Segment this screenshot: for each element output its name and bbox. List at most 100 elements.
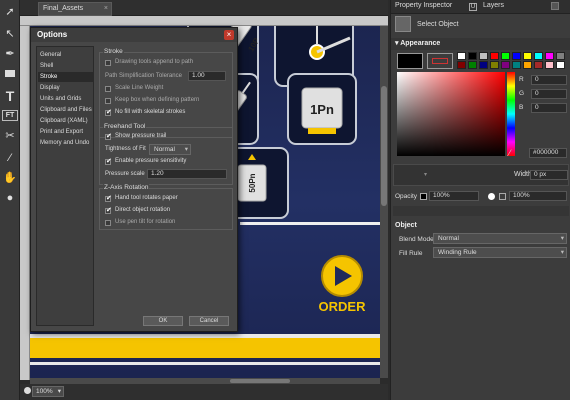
color-swatch[interactable] <box>534 52 543 60</box>
show-pressure-checkbox[interactable] <box>105 132 112 140</box>
category-print-and-export[interactable]: Print and Export <box>38 127 93 137</box>
inspector-tabs: Property Inspector U Layers <box>391 0 570 14</box>
close-tab-icon[interactable]: × <box>104 3 108 15</box>
channel-r-label: R <box>519 76 524 83</box>
close-icon[interactable]: × <box>224 30 234 40</box>
color-swatch[interactable] <box>545 52 554 60</box>
vertical-scrollbar[interactable] <box>380 26 388 378</box>
color-field[interactable] <box>397 72 505 156</box>
order-label: ORDER <box>319 299 367 314</box>
channel-b-input[interactable]: 0 <box>531 103 567 113</box>
dialog-title: Options <box>31 28 237 42</box>
color-swatch[interactable] <box>501 52 510 60</box>
category-general[interactable]: General <box>38 50 93 60</box>
direct-select-tool-icon[interactable]: ↖ <box>2 26 18 42</box>
hue-slider[interactable] <box>507 72 515 156</box>
channel-g-label: G <box>519 90 525 97</box>
color-swatch[interactable] <box>556 61 565 69</box>
eyedropper-tool-icon[interactable]: ⁄ <box>2 150 18 166</box>
color-swatch[interactable] <box>468 52 477 60</box>
direct-object-label: Direct object rotation <box>115 207 171 213</box>
category-shell[interactable]: Shell <box>38 61 93 71</box>
color-swatch[interactable] <box>534 61 543 69</box>
channel-b-label: B <box>519 104 524 111</box>
color-swatch[interactable] <box>512 52 521 60</box>
blend-mode-select[interactable]: Normal ▾ <box>433 233 567 244</box>
color-swatch[interactable] <box>523 61 532 69</box>
color-swatch[interactable] <box>479 52 488 60</box>
width-input[interactable]: 0 px <box>530 170 568 180</box>
cancel-button[interactable]: Cancel <box>189 316 229 326</box>
simplification-label: Path Simplification Tolerance <box>105 73 182 79</box>
no-fill-checkbox[interactable] <box>105 108 112 116</box>
tab-property-inspector[interactable]: Property Inspector <box>395 2 452 9</box>
scale-line-checkbox[interactable] <box>105 86 111 92</box>
rectangle-tool-icon[interactable] <box>2 66 18 82</box>
category-display[interactable]: Display <box>38 83 93 93</box>
pen-tool-icon[interactable]: ✒ <box>2 46 18 62</box>
category-clipboard-xaml[interactable]: Clipboard (XAML) <box>38 116 93 126</box>
color-swatch[interactable] <box>457 52 466 60</box>
fill-swatch[interactable] <box>397 53 423 69</box>
hex-input[interactable]: #000000 <box>529 148 567 158</box>
text-frame-tool-icon[interactable]: FT <box>2 110 18 121</box>
document-tab[interactable]: Final_Assets × <box>38 2 112 16</box>
appearance-header[interactable]: ▾ Appearance <box>391 38 570 50</box>
rgb-fields: R 0 G 0 B 0 <box>519 75 567 116</box>
hand-tool-icon[interactable]: ✋ <box>2 170 18 186</box>
fill-rule-label: Fill Rule <box>399 250 423 257</box>
color-swatch-grid[interactable] <box>457 52 567 70</box>
pin-icon[interactable]: U <box>469 3 477 11</box>
pressure-scale-label: Pressure scale <box>105 171 145 177</box>
channel-r-input[interactable]: 0 <box>531 75 567 85</box>
direct-object-checkbox[interactable] <box>105 206 112 214</box>
stroke-style-icon <box>499 193 506 200</box>
zoom-select[interactable]: 100% ▾ <box>32 386 64 397</box>
select-object-label: Select Object <box>417 21 459 28</box>
color-swatch[interactable] <box>501 61 510 69</box>
scissors-tool-icon[interactable]: ✂ <box>2 128 18 144</box>
color-swatch[interactable] <box>479 61 488 69</box>
color-swatch[interactable] <box>545 61 554 69</box>
sensitivity-checkbox[interactable] <box>105 157 112 165</box>
options-dialog: Options × General Shell Stroke Display U… <box>30 27 238 332</box>
text-tool-icon[interactable]: T <box>2 88 18 104</box>
ok-button[interactable]: OK <box>143 316 183 326</box>
fill-rule-select[interactable]: Winding Rule ▾ <box>433 247 567 258</box>
pen-tilt-checkbox[interactable] <box>105 220 111 226</box>
append-checkbox[interactable] <box>105 60 111 66</box>
appearance-collapse-bar[interactable] <box>393 206 569 216</box>
tightness-select[interactable]: Normal ▾ <box>149 144 191 155</box>
stroke-swatch[interactable] <box>427 53 453 69</box>
color-swatch[interactable] <box>468 61 477 69</box>
category-clipboard-and-files[interactable]: Clipboard and Files <box>38 105 93 115</box>
category-units-and-grids[interactable]: Units and Grids <box>38 94 93 104</box>
simplification-input[interactable]: 1.00 <box>188 71 226 81</box>
chip-label-50pn: 50Pn <box>248 173 257 192</box>
fill-opacity-input[interactable]: 100% <box>429 191 479 201</box>
color-swatch[interactable] <box>512 61 521 69</box>
tab-layers[interactable]: Layers <box>483 2 504 9</box>
zoom-tool-icon[interactable]: ● <box>2 190 18 206</box>
eyedropper-icon[interactable]: ⁄ <box>509 148 511 158</box>
category-list: General Shell Stroke Display Units and G… <box>36 46 94 326</box>
select-tool-icon[interactable]: ➚ <box>2 4 18 20</box>
color-swatch[interactable] <box>457 61 466 69</box>
color-swatch[interactable] <box>490 61 499 69</box>
panel-menu-icon[interactable] <box>551 2 559 10</box>
stroke-opacity-input[interactable]: 100% <box>509 191 567 201</box>
keep-box-checkbox[interactable] <box>105 98 111 104</box>
chip-label-1pn: 1Pn <box>310 102 334 117</box>
category-stroke[interactable]: Stroke <box>38 72 93 82</box>
color-swatch[interactable] <box>523 52 532 60</box>
color-swatch[interactable] <box>490 52 499 60</box>
fill-opacity-icon <box>420 193 427 200</box>
zoom-icon <box>24 387 31 394</box>
pressure-scale-input[interactable]: 1.20 <box>147 169 227 179</box>
stroke-opacity-icon <box>488 193 495 200</box>
hand-tool-checkbox[interactable] <box>105 194 112 202</box>
color-swatch[interactable] <box>556 52 565 60</box>
status-bar: 100% ▾ <box>20 384 388 400</box>
category-memory-and-undo[interactable]: Memory and Undo <box>38 138 93 148</box>
channel-g-input[interactable]: 0 <box>531 89 567 99</box>
